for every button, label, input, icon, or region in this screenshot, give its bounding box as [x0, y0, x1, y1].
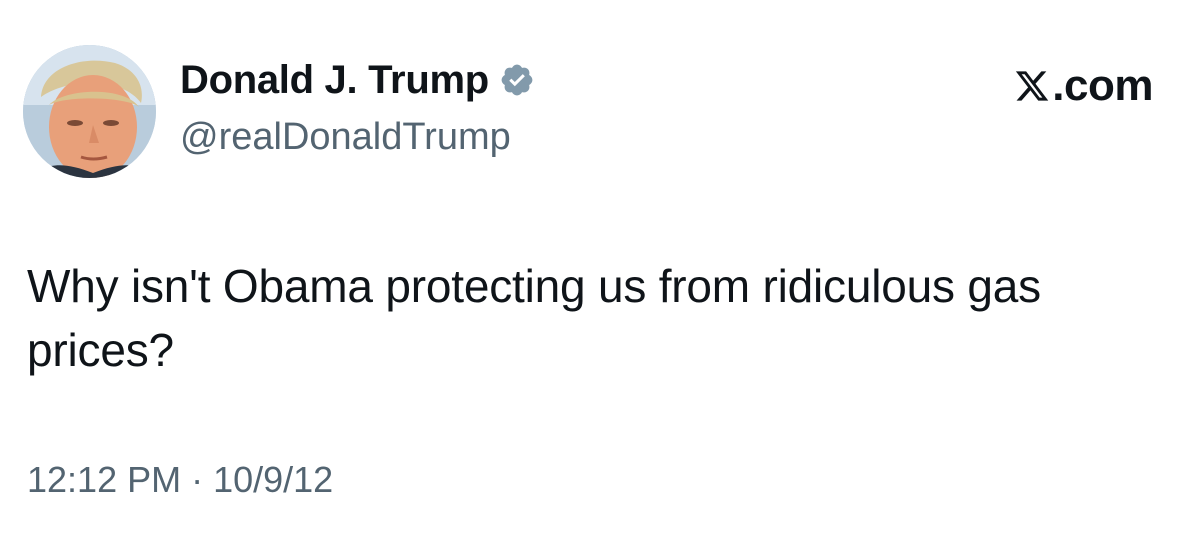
meta-separator: ·	[191, 459, 204, 500]
x-logo-icon	[1016, 71, 1049, 101]
tweet-date[interactable]: 10/9/12	[213, 459, 333, 500]
handle[interactable]: @realDonaldTrump	[180, 118, 511, 156]
display-name[interactable]: Donald J. Trump	[180, 60, 489, 100]
avatar-image	[23, 45, 156, 178]
brand-text: .com	[1052, 61, 1153, 110]
verified-badge-icon	[501, 64, 533, 96]
tweet-time[interactable]: 12:12 PM	[27, 459, 181, 500]
avatar[interactable]	[23, 45, 156, 178]
author-name-row[interactable]: Donald J. Trump	[180, 60, 535, 100]
tweet-text: Why isn't Obama protecting us from ridic…	[27, 260, 1041, 376]
brand-watermark: .com	[1014, 64, 1153, 108]
tweet-card: Donald J. Trump @realDonaldTrump .com Wh…	[0, 0, 1199, 542]
tweet-meta[interactable]: 12:12 PM · 10/9/12	[27, 462, 333, 498]
